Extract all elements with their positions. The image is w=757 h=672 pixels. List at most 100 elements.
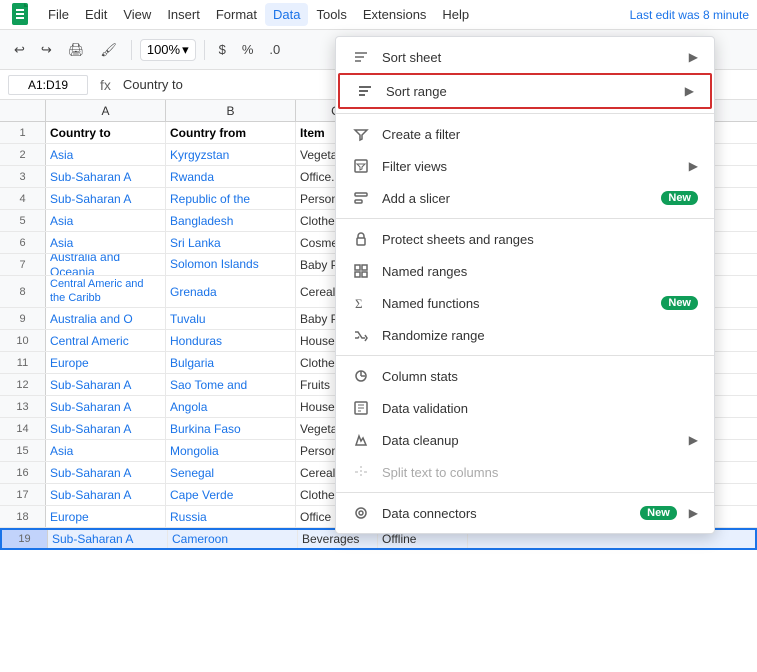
menu-view[interactable]: View — [115, 3, 159, 26]
data-dropdown-menu: Sort sheet ▶ Sort range ▶ Create a filte… — [335, 36, 715, 534]
row-num-19: 19 — [2, 530, 48, 548]
decimal-button[interactable]: .0 — [263, 38, 286, 61]
row-num-11: 11 — [0, 352, 46, 373]
menu-item-sort-range[interactable]: Sort range ▶ — [338, 73, 712, 109]
cell-b6[interactable]: Sri Lanka — [166, 232, 296, 253]
menu-item-split-text[interactable]: Split text to columns — [336, 456, 714, 488]
cell-b19[interactable]: Cameroon — [168, 530, 298, 548]
cell-b13[interactable]: Angola — [166, 396, 296, 417]
menu-data[interactable]: Data — [265, 3, 308, 26]
menu-extensions[interactable]: Extensions — [355, 3, 435, 26]
cell-b10[interactable]: Honduras — [166, 330, 296, 351]
cell-a8[interactable]: Central Americ and the Caribb — [46, 276, 166, 307]
menu-item-named-functions[interactable]: Σ Named functions New — [336, 287, 714, 319]
protect-sheets-icon — [352, 230, 370, 248]
row-num-17: 17 — [0, 484, 46, 505]
cell-a10[interactable]: Central Americ — [46, 330, 166, 351]
cell-b2[interactable]: Kyrgyzstan — [166, 144, 296, 165]
zoom-control[interactable]: 100% ▾ — [140, 39, 196, 61]
cell-a3[interactable]: Sub-Saharan A — [46, 166, 166, 187]
cell-a19[interactable]: Sub-Saharan A — [48, 530, 168, 548]
cell-b14[interactable]: Burkina Faso — [166, 418, 296, 439]
cell-b7[interactable]: Solomon Islands — [166, 254, 296, 275]
menu-item-sort-sheet[interactable]: Sort sheet ▶ — [336, 41, 714, 73]
cell-a14[interactable]: Sub-Saharan A — [46, 418, 166, 439]
cell-a13[interactable]: Sub-Saharan A — [46, 396, 166, 417]
cell-b1[interactable]: Country from — [166, 122, 296, 143]
cell-b15[interactable]: Mongolia — [166, 440, 296, 461]
cell-a16[interactable]: Sub-Saharan A — [46, 462, 166, 483]
cell-b16[interactable]: Senegal — [166, 462, 296, 483]
redo-button[interactable]: ↪ — [35, 38, 58, 62]
menu-tools[interactable]: Tools — [308, 3, 354, 26]
data-connectors-arrow-icon: ▶ — [689, 506, 698, 520]
cell-a4[interactable]: Sub-Saharan A — [46, 188, 166, 209]
row-num-12: 12 — [0, 374, 46, 395]
app-logo — [8, 3, 32, 27]
menu-divider-4 — [336, 492, 714, 493]
percent-button[interactable]: % — [236, 38, 260, 61]
data-cleanup-label: Data cleanup — [382, 433, 677, 448]
cell-b4[interactable]: Republic of the — [166, 188, 296, 209]
menu-insert[interactable]: Insert — [159, 3, 208, 26]
cell-a12[interactable]: Sub-Saharan A — [46, 374, 166, 395]
menu-item-protect-sheets[interactable]: Protect sheets and ranges — [336, 223, 714, 255]
row-num-8: 8 — [0, 276, 46, 307]
cell-a9[interactable]: Australia and O — [46, 308, 166, 329]
menu-item-randomize[interactable]: Randomize range — [336, 319, 714, 351]
cell-b5[interactable]: Bangladesh — [166, 210, 296, 231]
cell-a5[interactable]: Asia — [46, 210, 166, 231]
filter-views-label: Filter views — [382, 159, 677, 174]
cell-b18[interactable]: Russia — [166, 506, 296, 527]
menu-item-data-validation[interactable]: Data validation — [336, 392, 714, 424]
create-filter-icon — [352, 125, 370, 143]
col-header-a[interactable]: A — [46, 100, 166, 121]
data-validation-label: Data validation — [382, 401, 698, 416]
cell-b9[interactable]: Tuvalu — [166, 308, 296, 329]
cell-b17[interactable]: Cape Verde — [166, 484, 296, 505]
row-num-15: 15 — [0, 440, 46, 461]
paint-format-button[interactable]: 🖌 — [94, 38, 123, 62]
menu-divider-1 — [336, 113, 714, 114]
print-button[interactable]: 🖨 — [62, 38, 91, 62]
sort-range-icon — [356, 82, 374, 100]
menu-item-data-connectors[interactable]: Data connectors New ▶ — [336, 497, 714, 529]
sort-sheet-icon — [352, 48, 370, 66]
zoom-value: 100% — [147, 42, 180, 57]
cell-a7[interactable]: Australia and Oceania — [46, 254, 166, 275]
cell-a17[interactable]: Sub-Saharan A — [46, 484, 166, 505]
cell-b8[interactable]: Grenada — [166, 276, 296, 307]
cell-a1[interactable]: Country to — [46, 122, 166, 143]
row-num-header — [0, 100, 46, 121]
cell-a15[interactable]: Asia — [46, 440, 166, 461]
menu-item-named-ranges[interactable]: Named ranges — [336, 255, 714, 287]
cell-reference[interactable]: A1:D19 — [8, 75, 88, 95]
menu-format[interactable]: Format — [208, 3, 265, 26]
sort-range-label: Sort range — [386, 84, 673, 99]
cell-b11[interactable]: Bulgaria — [166, 352, 296, 373]
cell-b3[interactable]: Rwanda — [166, 166, 296, 187]
menu-item-column-stats[interactable]: Column stats — [336, 360, 714, 392]
col-header-b[interactable]: B — [166, 100, 296, 121]
cell-a6[interactable]: Asia — [46, 232, 166, 253]
undo-button[interactable]: ↩ — [8, 38, 31, 62]
menu-item-filter-views[interactable]: Filter views ▶ — [336, 150, 714, 182]
row-num-14: 14 — [0, 418, 46, 439]
menu-file[interactable]: File — [40, 3, 77, 26]
cell-a11[interactable]: Europe — [46, 352, 166, 373]
menu-edit[interactable]: Edit — [77, 3, 115, 26]
row-num-16: 16 — [0, 462, 46, 483]
named-functions-label: Named functions — [382, 296, 641, 311]
row-num-1: 1 — [0, 122, 46, 143]
menu-item-create-filter[interactable]: Create a filter — [336, 118, 714, 150]
cell-b12[interactable]: Sao Tome and — [166, 374, 296, 395]
toolbar-separator-2 — [204, 40, 205, 60]
cell-a18[interactable]: Europe — [46, 506, 166, 527]
menu-help[interactable]: Help — [434, 3, 477, 26]
row-num-5: 5 — [0, 210, 46, 231]
protect-sheets-label: Protect sheets and ranges — [382, 232, 698, 247]
cell-a2[interactable]: Asia — [46, 144, 166, 165]
menu-item-data-cleanup[interactable]: Data cleanup ▶ — [336, 424, 714, 456]
menu-item-add-slicer[interactable]: Add a slicer New — [336, 182, 714, 214]
currency-button[interactable]: $ — [213, 38, 232, 61]
